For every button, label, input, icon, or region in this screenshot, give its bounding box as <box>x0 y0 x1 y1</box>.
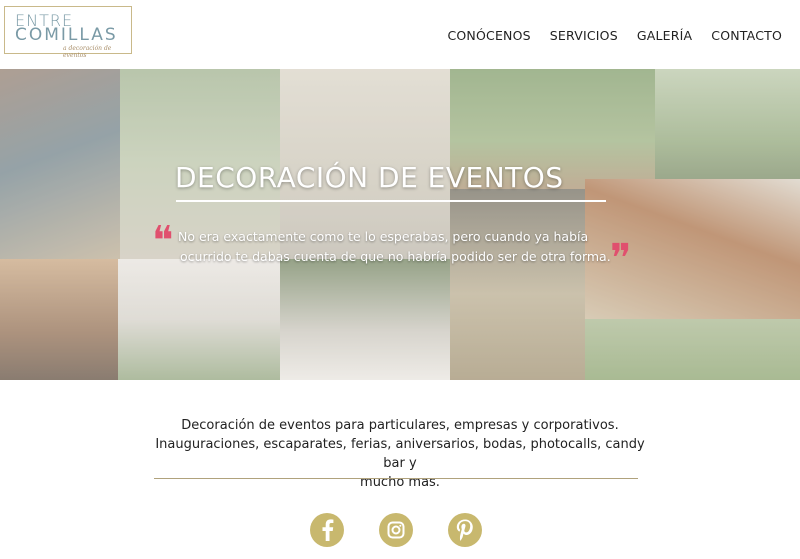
quote-open-icon: ❝ <box>152 218 174 264</box>
instagram-glyph <box>387 521 405 539</box>
intro-line3: mucho mas. <box>360 475 440 490</box>
pinterest-glyph <box>456 519 473 541</box>
quote-close-icon: ❞ <box>610 236 632 282</box>
intro-line1: Decoración de eventos para particulares,… <box>181 418 619 433</box>
hero-title-underline <box>176 200 606 202</box>
hero-quote-line2: ocurrido te dabas cuenta de que no habrí… <box>180 249 611 264</box>
logo-tagline: a decoración de eventos <box>63 45 112 59</box>
site-logo[interactable]: ENTRE COMILLAS a decoración de eventos <box>4 6 132 59</box>
hero-overlay <box>0 69 800 380</box>
intro-text: Decoración de eventos para particulares,… <box>150 416 650 492</box>
logo-line2: COMILLAS <box>15 25 118 45</box>
main-nav: CONÓCENOS SERVICIOS GALERÍA CONTACTO <box>447 28 782 43</box>
hero-quote-line1: No era exactamente como te lo esperabas,… <box>178 229 589 244</box>
facebook-glyph <box>322 519 334 541</box>
nav-item-galeria[interactable]: GALERÍA <box>637 28 692 43</box>
instagram-icon[interactable] <box>379 513 413 547</box>
nav-item-servicios[interactable]: SERVICIOS <box>550 28 618 43</box>
facebook-icon[interactable] <box>310 513 344 547</box>
intro-divider <box>154 478 638 479</box>
nav-item-contacto[interactable]: CONTACTO <box>711 28 782 43</box>
pinterest-icon[interactable] <box>448 513 482 547</box>
hero-title: DECORACIÓN DE EVENTOS <box>175 161 564 194</box>
nav-item-conocenos[interactable]: CONÓCENOS <box>447 28 530 43</box>
site-header: ENTRE COMILLAS a decoración de eventos C… <box>0 0 800 69</box>
intro-line2: Inauguraciones, escaparates, ferias, ani… <box>155 437 645 471</box>
hero-banner: DECORACIÓN DE EVENTOS ❝ No era exactamen… <box>0 69 800 380</box>
hero-quote: No era exactamente como te lo esperabas,… <box>178 227 618 267</box>
